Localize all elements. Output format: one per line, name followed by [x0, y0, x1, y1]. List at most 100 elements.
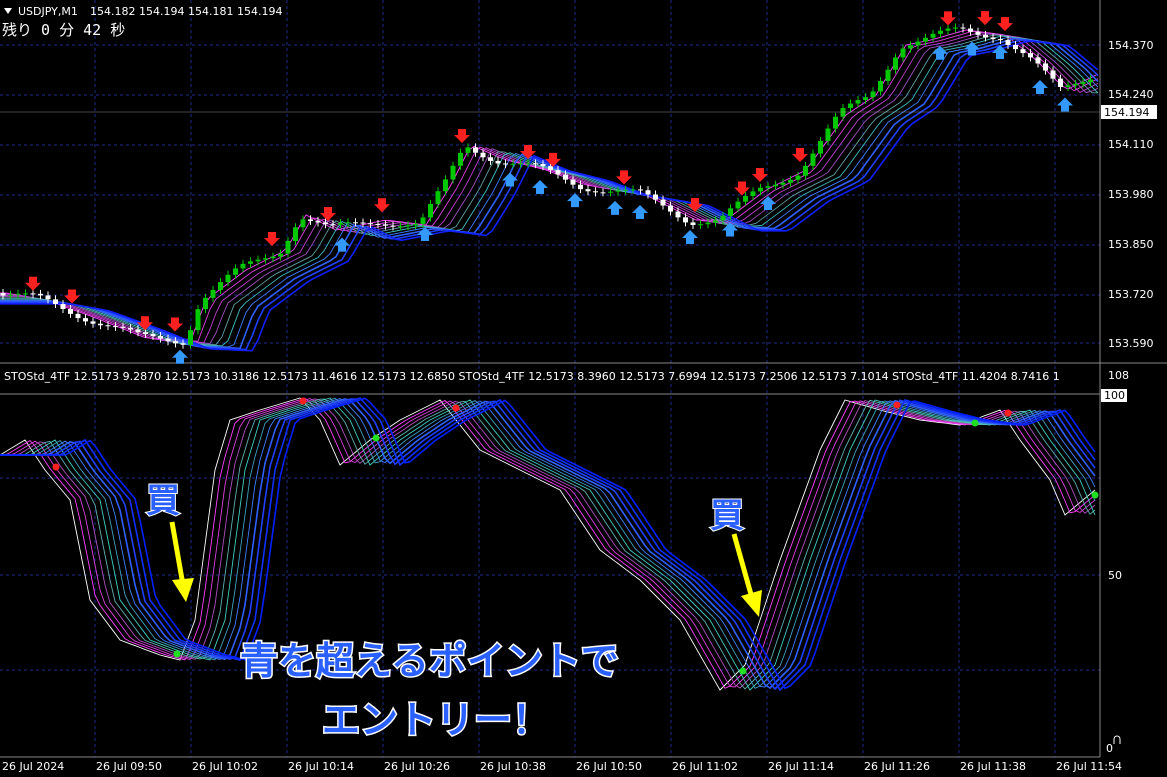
candle-body: [533, 163, 538, 165]
candle-body: [600, 192, 606, 194]
price-tick: 154.240: [1108, 88, 1154, 101]
candle-body: [960, 27, 966, 29]
time-tick: 26 Jul 11:02: [672, 760, 738, 773]
candle-body: [383, 224, 388, 226]
candle-body: [525, 163, 531, 165]
candle-body: [758, 187, 763, 192]
candle-body: [848, 103, 853, 109]
candle-body: [315, 221, 321, 223]
candle-body: [765, 186, 771, 188]
indicator-label: STOStd_4TF 12.5173 9.2870 12.5173 10.318…: [4, 370, 1060, 383]
candle-body: [510, 163, 516, 165]
signal-dot: [173, 650, 181, 658]
candle-body: [413, 223, 418, 226]
candle-body: [713, 220, 718, 223]
candle-body: [375, 224, 381, 226]
candle-body: [488, 157, 493, 161]
candle-body: [83, 318, 88, 322]
candle-body: [248, 261, 253, 264]
candle-body: [923, 37, 928, 42]
signal-dot: [893, 401, 901, 409]
candle-body: [240, 263, 246, 269]
bar-timer: 残り 0 分 42 秒: [2, 21, 125, 39]
candle-body: [218, 282, 223, 290]
candle-body: [165, 338, 171, 342]
signal-dot: [1004, 409, 1012, 417]
price-tick: 153.590: [1108, 337, 1154, 350]
candle-body: [893, 57, 898, 70]
candle-body: [1050, 70, 1056, 79]
time-tick: 26 Jul 10:02: [192, 760, 258, 773]
candle-body: [705, 222, 711, 225]
symbol-label: USDJPY,M1: [18, 5, 78, 18]
candle-body: [555, 169, 561, 175]
candle-body: [908, 45, 913, 49]
candle-body: [158, 336, 163, 339]
candle-body: [795, 175, 801, 180]
time-tick: 26 Jul 10:38: [480, 760, 546, 773]
candle-body: [953, 27, 958, 29]
time-tick: 26 Jul 11:26: [864, 760, 930, 773]
candle-body: [735, 201, 741, 209]
candle-body: [473, 147, 478, 153]
candle-body: [338, 222, 343, 225]
candle-body: [270, 256, 276, 259]
candle-body: [173, 341, 178, 344]
candle-body: [743, 195, 748, 202]
candle-body: [143, 332, 148, 335]
candle-body: [915, 41, 921, 46]
candle-body: [345, 222, 351, 224]
candle-body: [398, 226, 403, 228]
candle-body: [308, 219, 313, 222]
candle-body: [930, 33, 936, 38]
buy-label: 買: [710, 496, 744, 536]
candle-body: [98, 323, 103, 326]
candle-body: [885, 69, 891, 81]
candle-body: [1005, 40, 1011, 45]
candle-body: [900, 48, 906, 58]
candle-body: [720, 215, 726, 221]
candle-body: [360, 222, 366, 224]
candle-body: [1088, 79, 1093, 83]
candle-body: [788, 179, 793, 183]
candle-body: [203, 297, 208, 310]
candle-body: [255, 259, 261, 262]
candle-body: [495, 160, 501, 164]
candle-body: [750, 191, 756, 196]
candle-body: [188, 330, 193, 345]
candle-body: [803, 165, 808, 176]
candle-body: [210, 289, 216, 298]
price-tick: 154.370: [1108, 39, 1154, 52]
candle-body: [615, 190, 621, 192]
candle-body: [278, 253, 283, 257]
candle-body: [465, 147, 471, 153]
candle-body: [660, 199, 666, 206]
level-0-label: 0: [1106, 742, 1113, 755]
candle-body: [503, 163, 508, 165]
trading-chart-window[interactable]: USDJPY,M1 154.182 154.194 154.181 154.19…: [0, 0, 1167, 777]
candle-body: [45, 295, 51, 300]
candle-body: [323, 222, 328, 225]
candle-body: [263, 258, 268, 260]
candle-body: [8, 294, 13, 296]
candle-body: [368, 223, 373, 225]
ohlc-values: 154.182 154.194 154.181 154.194: [90, 5, 282, 18]
candle-body: [548, 166, 553, 170]
current-price-label: 154.194: [1104, 106, 1150, 119]
candle-body: [1065, 85, 1071, 87]
candle-body: [1020, 49, 1026, 54]
candle-body: [630, 189, 636, 191]
candle-body: [135, 329, 141, 333]
candle-body: [128, 327, 133, 330]
candle-body: [623, 189, 628, 191]
candle-body: [23, 293, 28, 295]
candle-body: [420, 217, 426, 224]
candle-body: [825, 128, 831, 141]
time-tick: 26 Jul 10:14: [288, 760, 354, 773]
signal-dot: [372, 434, 380, 442]
candle-body: [780, 182, 786, 185]
candle-body: [428, 203, 433, 218]
candle-body: [938, 30, 943, 34]
level-100-label: 100: [1104, 389, 1125, 402]
candle-body: [855, 100, 861, 104]
